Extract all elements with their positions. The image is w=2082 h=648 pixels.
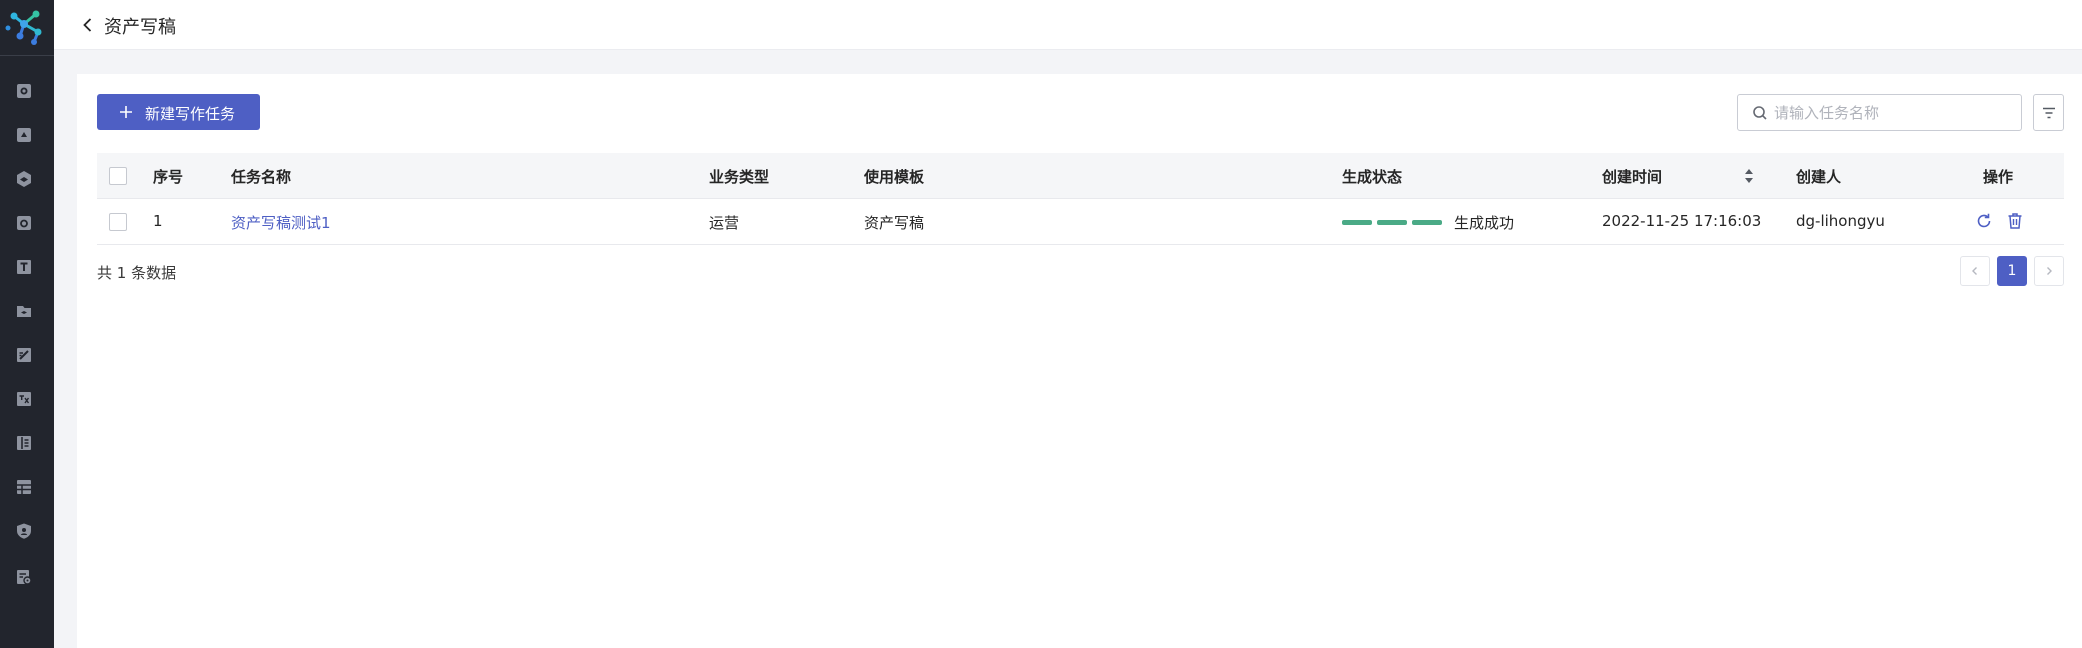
progress-segment — [1412, 220, 1442, 225]
cluster-logo-icon[interactable] — [0, 0, 54, 56]
created-at: 2022-11-25 17:16:03 — [1602, 212, 1762, 230]
select-all-checkbox[interactable] — [109, 167, 127, 185]
status-progress-bar — [1342, 220, 1444, 225]
back-arrow-icon[interactable] — [78, 15, 98, 35]
settings-doc-icon[interactable] — [15, 568, 33, 586]
search-icon — [1751, 104, 1769, 122]
column-header-index: 序号 — [153, 168, 184, 186]
table-header: 序号 任务名称 业务类型 使用模板 生成状态 创建时间 创建人 操作 — [97, 153, 2064, 199]
cube-icon[interactable] — [15, 170, 33, 188]
column-header-business-type: 业务类型 — [709, 168, 770, 186]
column-header-template: 使用模板 — [864, 168, 925, 186]
progress-segment — [1342, 220, 1372, 225]
filter-button[interactable] — [2033, 94, 2064, 131]
chevron-left-icon — [1969, 262, 1981, 281]
refresh-icon[interactable] — [1974, 211, 1994, 231]
status-text: 生成成功 — [1454, 214, 1515, 232]
business-type: 运营 — [709, 214, 740, 232]
new-task-label: 新建写作任务 — [145, 105, 236, 123]
task-name-search-input[interactable] — [1774, 101, 2004, 125]
column-header-status: 生成状态 — [1342, 168, 1403, 186]
row-checkbox[interactable] — [109, 213, 127, 231]
layers-icon[interactable] — [15, 302, 33, 320]
sidebar — [0, 0, 54, 648]
plus-icon — [117, 103, 135, 121]
column-header-actions: 操作 — [1983, 168, 2014, 186]
column-header-created-at[interactable]: 创建时间 — [1602, 166, 1662, 187]
edit-icon[interactable] — [15, 346, 33, 364]
table-row: 1 资产写稿测试1 运营 资产写稿 生成成功 2022-11-25 17:16:… — [97, 199, 2064, 245]
task-name-link[interactable]: 资产写稿测试1 — [231, 212, 331, 233]
next-page-button[interactable] — [2034, 256, 2064, 286]
template-name: 资产写稿 — [864, 214, 925, 232]
prev-page-button[interactable] — [1960, 256, 1990, 286]
column-header-task-name: 任务名称 — [231, 168, 292, 186]
text-icon[interactable] — [15, 258, 33, 276]
page-1-button[interactable]: 1 — [1997, 256, 2027, 286]
asset-icon[interactable] — [15, 214, 33, 232]
column-header-creator: 创建人 — [1796, 168, 1842, 186]
delete-icon[interactable] — [2005, 211, 2025, 231]
main-panel: 新建写作任务 序号 任务名称 业务类型 使用模板 生成状态 创建时间 创建人 操… — [77, 74, 2082, 648]
sort-icon[interactable] — [1742, 166, 1756, 186]
progress-segment — [1377, 220, 1407, 225]
folder-icon[interactable] — [15, 126, 33, 144]
page-title: 资产写稿 — [104, 17, 176, 38]
chevron-right-icon — [2043, 262, 2055, 281]
search-box — [1737, 94, 2022, 131]
book-icon[interactable] — [15, 434, 33, 452]
shield-icon[interactable] — [15, 522, 33, 540]
total-count: 共 1 条数据 — [97, 264, 177, 282]
translate-icon[interactable] — [15, 390, 33, 408]
database-icon[interactable] — [15, 82, 33, 100]
new-task-button[interactable]: 新建写作任务 — [97, 94, 260, 130]
creator: dg-lihongyu — [1796, 212, 1885, 230]
row-index: 1 — [153, 212, 163, 230]
table-icon[interactable] — [15, 478, 33, 496]
top-bar: 资产写稿 — [54, 0, 2082, 50]
